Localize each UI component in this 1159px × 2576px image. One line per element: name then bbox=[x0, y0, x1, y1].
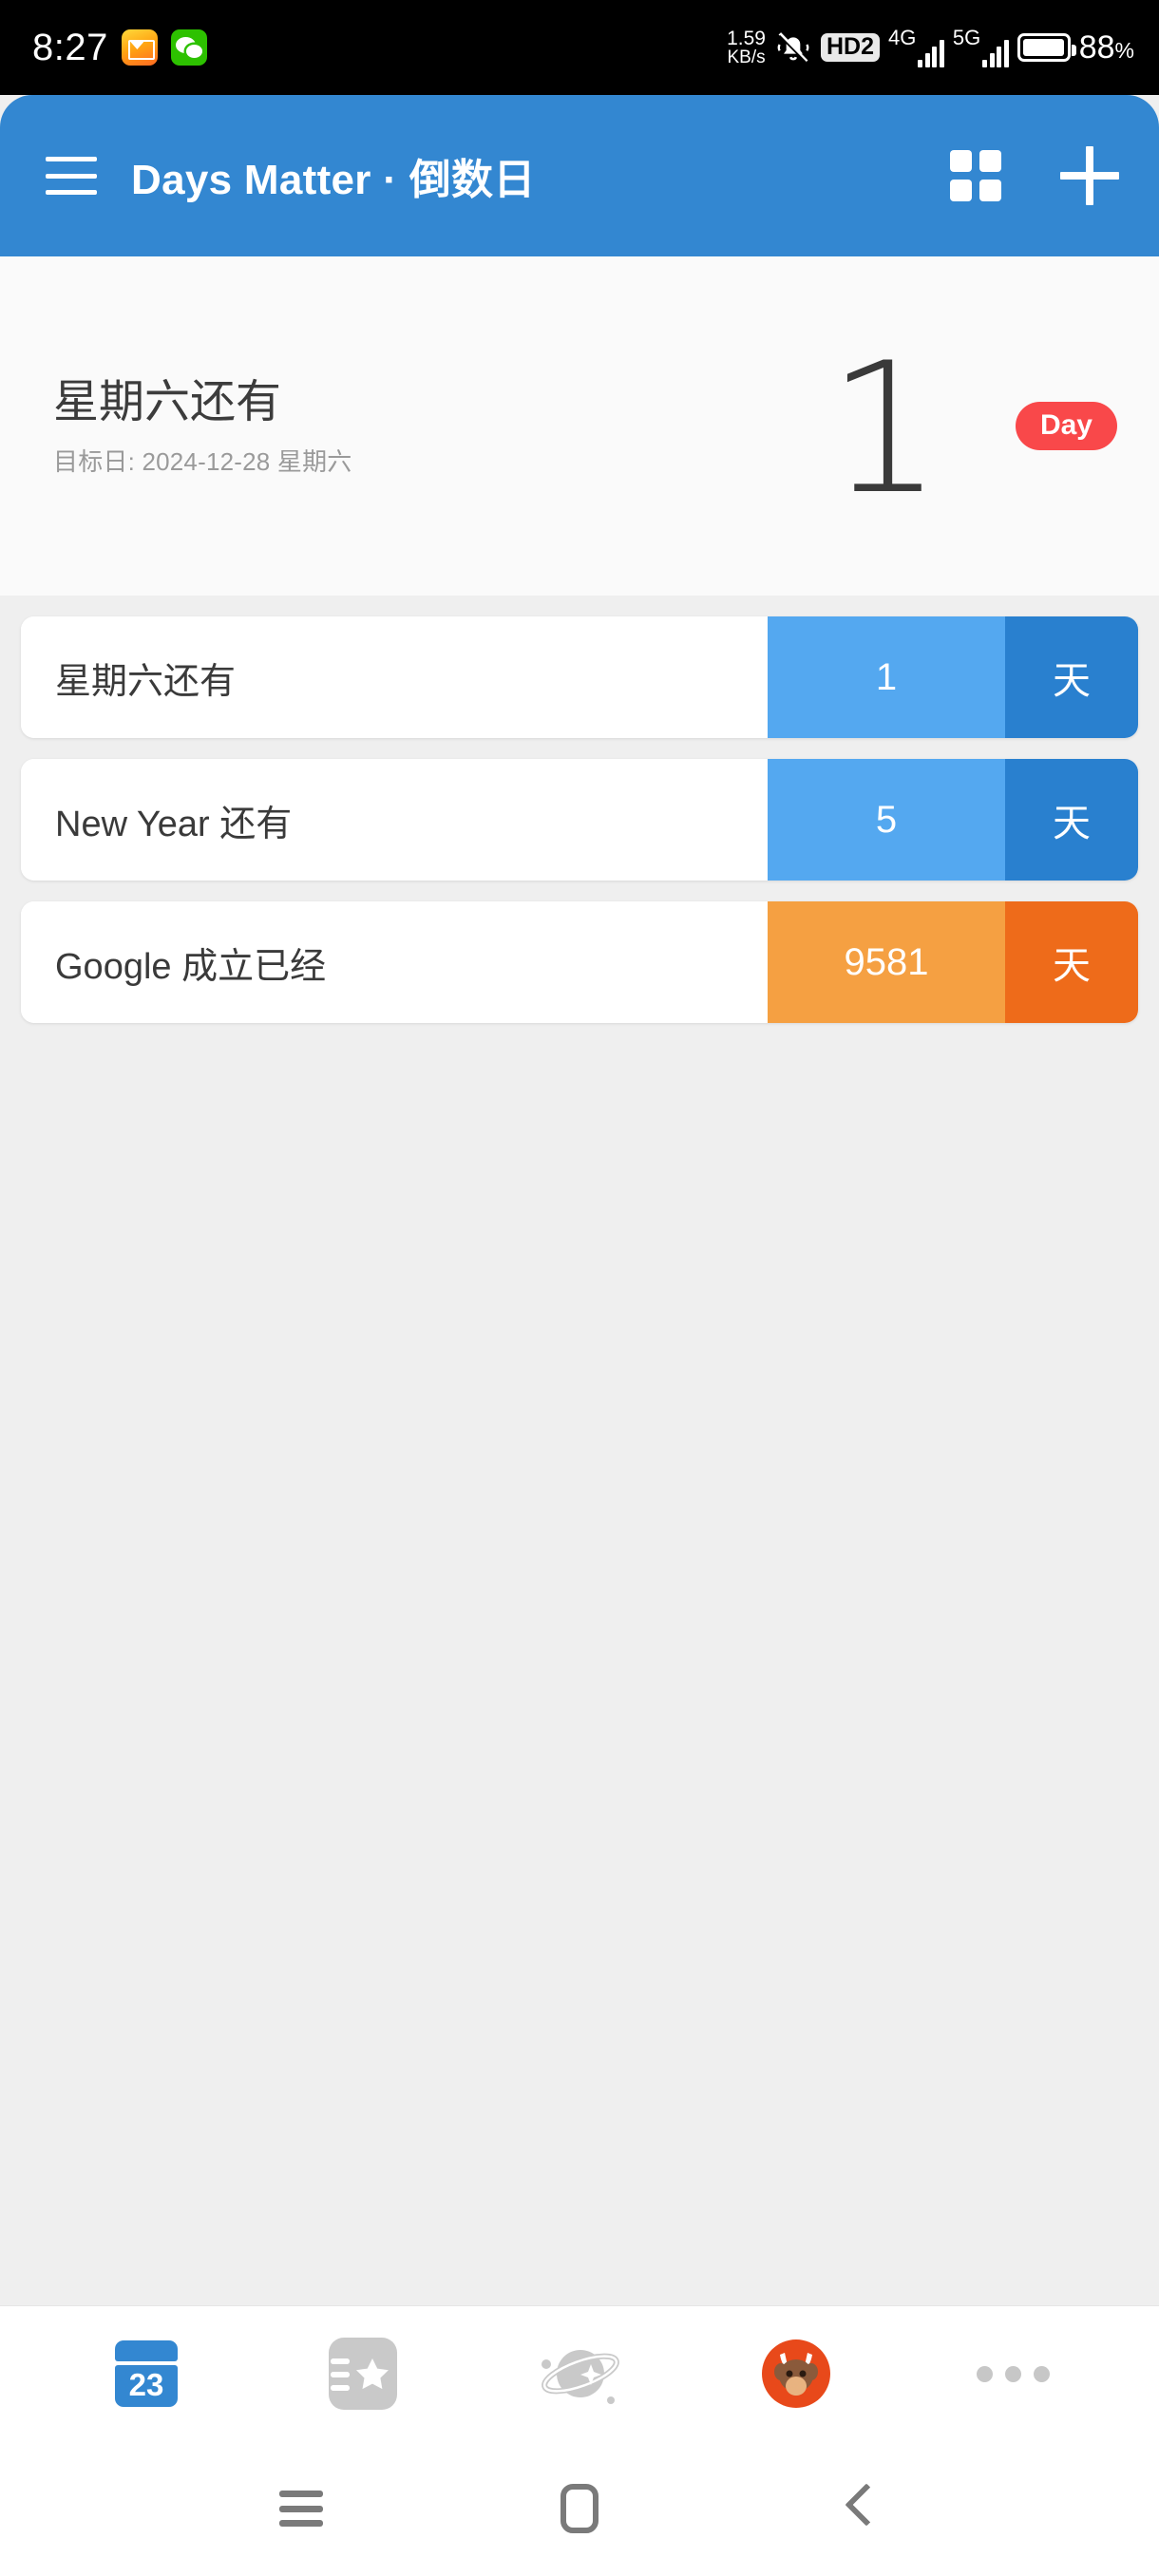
event-list: 星期六还有 1 天 New Year 还有 5 天 Google 成立已经 95… bbox=[0, 596, 1159, 2305]
dock-item-planet[interactable] bbox=[527, 2321, 632, 2426]
recents-button[interactable] bbox=[249, 2471, 353, 2547]
network-speed-value: 1.59 bbox=[727, 28, 766, 49]
event-label: Google 成立已经 bbox=[21, 901, 768, 1023]
home-icon bbox=[560, 2484, 598, 2533]
network-speed-indicator: 1.59 KB/s bbox=[727, 28, 766, 66]
volte-hd2-badge: HD2 bbox=[820, 33, 880, 62]
event-count: 9581 bbox=[768, 901, 1005, 1023]
featured-event-title: 星期六还有 bbox=[53, 377, 282, 427]
mail-icon bbox=[121, 29, 158, 66]
featured-event-card[interactable]: 星期六还有 目标日: 2024-12-28 星期六 1 Day bbox=[0, 256, 1159, 596]
event-unit: 天 bbox=[1005, 759, 1138, 881]
status-bar-right: 1.59 KB/s HD2 4G 5G 88% bbox=[727, 28, 1134, 67]
grid-view-icon[interactable] bbox=[950, 150, 1001, 201]
calendar-date-label: 23 bbox=[115, 2365, 178, 2407]
list-item[interactable]: 星期六还有 1 天 bbox=[21, 616, 1138, 738]
sim2-signal-indicator: 5G bbox=[953, 28, 1009, 67]
system-navigation-bar bbox=[0, 2441, 1159, 2576]
back-icon bbox=[844, 2484, 872, 2533]
planet-icon bbox=[539, 2338, 620, 2410]
featured-event-count-area: 1 Day bbox=[827, 323, 1117, 534]
back-button[interactable] bbox=[806, 2471, 910, 2547]
event-label: New Year 还有 bbox=[21, 759, 768, 881]
event-count: 1 bbox=[768, 616, 1005, 738]
featured-event-number: 1 bbox=[827, 323, 942, 534]
bell-muted-icon bbox=[774, 28, 812, 66]
event-unit: 天 bbox=[1005, 616, 1138, 738]
event-unit: 天 bbox=[1005, 901, 1138, 1023]
status-bar-clock: 8:27 bbox=[32, 26, 108, 68]
bottom-dock: 23 bbox=[0, 2305, 1159, 2441]
dock-item-bookmark[interactable] bbox=[311, 2321, 415, 2426]
sim2-network-label: 5G bbox=[952, 26, 981, 49]
sim2-signal-bars bbox=[982, 37, 1009, 67]
recents-icon bbox=[278, 2491, 323, 2527]
sim1-signal-indicator: 4G bbox=[888, 28, 944, 67]
featured-event-text: 星期六还有 目标日: 2024-12-28 星期六 bbox=[53, 374, 352, 478]
dock-item-more[interactable] bbox=[960, 2321, 1065, 2426]
status-bar-left: 8:27 bbox=[32, 27, 207, 69]
hamburger-menu-icon[interactable] bbox=[46, 157, 97, 195]
dock-item-bull-avatar[interactable] bbox=[744, 2321, 848, 2426]
battery-percent-label: 88% bbox=[1078, 28, 1134, 66]
phone-screen: 8:27 1.59 KB/s HD2 4G 5G 88% Days Matter… bbox=[0, 0, 1159, 2576]
bull-avatar-icon bbox=[762, 2339, 830, 2408]
battery-icon bbox=[1016, 33, 1076, 62]
app-title: Days Matter · 倒数日 bbox=[131, 157, 536, 203]
network-speed-unit: KB/s bbox=[727, 47, 766, 67]
event-label: 星期六还有 bbox=[21, 616, 768, 738]
dock-item-calendar[interactable]: 23 bbox=[94, 2321, 199, 2426]
more-dots-icon bbox=[976, 2365, 1050, 2382]
wechat-icon bbox=[170, 29, 207, 66]
event-count: 5 bbox=[768, 759, 1005, 881]
list-item[interactable]: Google 成立已经 9581 天 bbox=[21, 901, 1138, 1023]
add-event-button[interactable] bbox=[1060, 146, 1119, 205]
bookmark-star-icon bbox=[329, 2338, 397, 2410]
home-button[interactable] bbox=[527, 2471, 632, 2547]
sim1-signal-bars bbox=[918, 37, 944, 67]
sim1-network-label: 4G bbox=[888, 26, 917, 49]
status-bar: 8:27 1.59 KB/s HD2 4G 5G 88% bbox=[0, 0, 1159, 95]
featured-event-unit-badge: Day bbox=[1015, 402, 1117, 450]
featured-event-target-date: 目标日: 2024-12-28 星期六 bbox=[53, 447, 352, 476]
calendar-icon: 23 bbox=[111, 2339, 181, 2409]
list-item[interactable]: New Year 还有 5 天 bbox=[21, 759, 1138, 881]
app-bar: Days Matter · 倒数日 bbox=[0, 95, 1159, 256]
